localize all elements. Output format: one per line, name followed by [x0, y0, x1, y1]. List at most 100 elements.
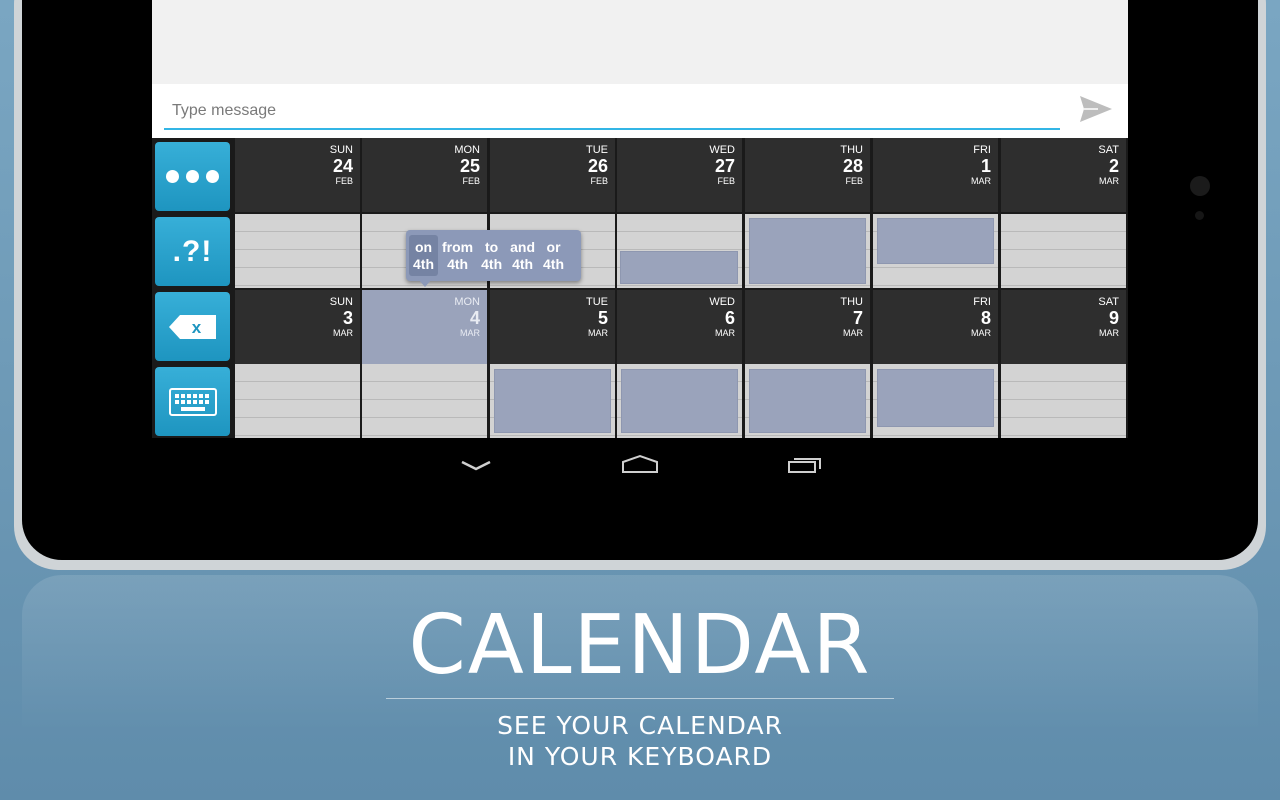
- day-number: 3: [342, 308, 353, 328]
- suggestion-word: from: [442, 238, 474, 255]
- suggestion-date: 4th: [512, 255, 534, 272]
- sensor-icon: [1195, 211, 1204, 220]
- day-month: MAR: [460, 328, 480, 338]
- day-header[interactable]: THU 7 MAR: [745, 290, 870, 364]
- day-header[interactable]: WED 27 FEB: [617, 138, 742, 212]
- day-number: 25: [459, 156, 480, 176]
- day-schedule[interactable]: [745, 364, 870, 438]
- home-icon[interactable]: [620, 452, 660, 478]
- day-of-week: MON: [454, 144, 480, 156]
- day-month: FEB: [717, 176, 735, 186]
- day-number: 9: [1108, 308, 1119, 328]
- day-header[interactable]: SAT 2 MAR: [1001, 138, 1126, 212]
- day-header[interactable]: MON 25 FEB: [362, 138, 487, 212]
- day-schedule[interactable]: [873, 214, 998, 288]
- date-suggestion-popup: on 4th from 4th to 4th and 4th or 4th: [406, 230, 581, 281]
- punctuation-label: .?!: [172, 234, 213, 268]
- calendar-event[interactable]: [749, 369, 866, 433]
- calendar-event[interactable]: [877, 218, 994, 264]
- day-month: MAR: [971, 176, 991, 186]
- calendar-event[interactable]: [621, 369, 738, 433]
- day-schedule[interactable]: [362, 364, 487, 438]
- popup-pointer: [418, 279, 432, 287]
- day-schedule[interactable]: [617, 214, 742, 288]
- calendar-event[interactable]: [620, 251, 738, 284]
- day-header[interactable]: WED 6 MAR: [617, 290, 742, 364]
- suggestion-item[interactable]: from 4th: [438, 230, 477, 281]
- day-header[interactable]: FRI 8 MAR: [873, 290, 998, 364]
- calendar-event[interactable]: [749, 218, 866, 284]
- suggestion-item[interactable]: and 4th: [506, 230, 539, 281]
- suggestion-item[interactable]: or 4th: [539, 230, 568, 281]
- day-schedule[interactable]: [490, 364, 615, 438]
- day-month: MAR: [333, 328, 353, 338]
- keyboard-switch-button[interactable]: [155, 367, 230, 436]
- keyboard-icon: [168, 387, 217, 416]
- back-chevron-icon[interactable]: [456, 452, 496, 478]
- day-header[interactable]: SUN 3 MAR: [235, 290, 360, 364]
- calendar-keyboard: .?! x SUN 24 FEB MON 25 FEB TUE 26 FEB W…: [152, 138, 1128, 438]
- day-month: MAR: [971, 328, 991, 338]
- day-header-selected[interactable]: MON 4 MAR: [362, 290, 487, 364]
- navigation-bar: [440, 452, 840, 478]
- more-button[interactable]: [155, 142, 230, 211]
- day-schedule[interactable]: [617, 364, 742, 438]
- day-of-week: THU: [840, 296, 863, 308]
- calendar-event[interactable]: [494, 369, 611, 433]
- calendar-event[interactable]: [877, 369, 994, 427]
- day-of-week: SAT: [1098, 296, 1119, 308]
- suggestion-date: 4th: [543, 255, 565, 272]
- suggestion-word: on: [414, 238, 433, 255]
- day-header[interactable]: TUE 5 MAR: [490, 290, 615, 364]
- promo-subtitle-line2: IN YOUR KEYBOARD: [507, 742, 773, 771]
- day-number: 4: [469, 308, 480, 328]
- punctuation-button[interactable]: .?!: [155, 217, 230, 286]
- promo-subtitle: SEE YOUR CALENDAR IN YOUR KEYBOARD: [0, 710, 1280, 772]
- message-thread: [152, 0, 1128, 84]
- day-month: FEB: [335, 176, 353, 186]
- recent-apps-icon[interactable]: [785, 452, 825, 478]
- day-number: 6: [724, 308, 735, 328]
- day-of-week: WED: [709, 296, 735, 308]
- day-of-week: SUN: [329, 144, 353, 156]
- day-header[interactable]: SUN 24 FEB: [235, 138, 360, 212]
- suggestion-word: or: [546, 238, 561, 255]
- day-schedule[interactable]: [1001, 364, 1126, 438]
- suggestion-word: to: [485, 238, 499, 255]
- day-header[interactable]: THU 28 FEB: [745, 138, 870, 212]
- day-schedule[interactable]: [235, 214, 360, 288]
- day-month: MAR: [588, 328, 608, 338]
- day-month: MAR: [715, 328, 735, 338]
- day-month: MAR: [1099, 328, 1119, 338]
- day-of-week: TUE: [586, 296, 608, 308]
- day-schedule[interactable]: [745, 214, 870, 288]
- device-screen: .?! x SUN 24 FEB MON: [152, 0, 1128, 438]
- day-schedule[interactable]: [873, 364, 998, 438]
- suggestion-item[interactable]: on 4th: [409, 235, 438, 276]
- day-schedule[interactable]: [1001, 214, 1126, 288]
- suggestion-word: and: [510, 238, 536, 255]
- day-of-week: SUN: [329, 296, 353, 308]
- promo-title: CALENDAR: [408, 598, 872, 693]
- day-number: 1: [980, 156, 991, 176]
- day-of-week: TUE: [586, 144, 608, 156]
- day-number: 27: [714, 156, 735, 176]
- promo-subtitle-line1: SEE YOUR CALENDAR: [497, 711, 783, 740]
- message-input[interactable]: [164, 94, 1060, 130]
- more-dots-icon: [166, 170, 219, 183]
- backspace-icon: x: [168, 314, 216, 339]
- day-header[interactable]: SAT 9 MAR: [1001, 290, 1126, 364]
- suggestion-item[interactable]: to 4th: [477, 230, 506, 281]
- backspace-label: x: [191, 318, 201, 337]
- day-header[interactable]: TUE 26 FEB: [490, 138, 615, 212]
- day-header[interactable]: FRI 1 MAR: [873, 138, 998, 212]
- delete-button[interactable]: x: [155, 292, 230, 361]
- day-number: 2: [1108, 156, 1119, 176]
- day-schedule[interactable]: [235, 364, 360, 438]
- day-of-week: SAT: [1098, 144, 1119, 156]
- day-number: 5: [597, 308, 608, 328]
- send-icon[interactable]: [1078, 94, 1114, 124]
- day-number: 24: [332, 156, 353, 176]
- suggestion-date: 4th: [413, 255, 434, 272]
- day-number: 28: [842, 156, 863, 176]
